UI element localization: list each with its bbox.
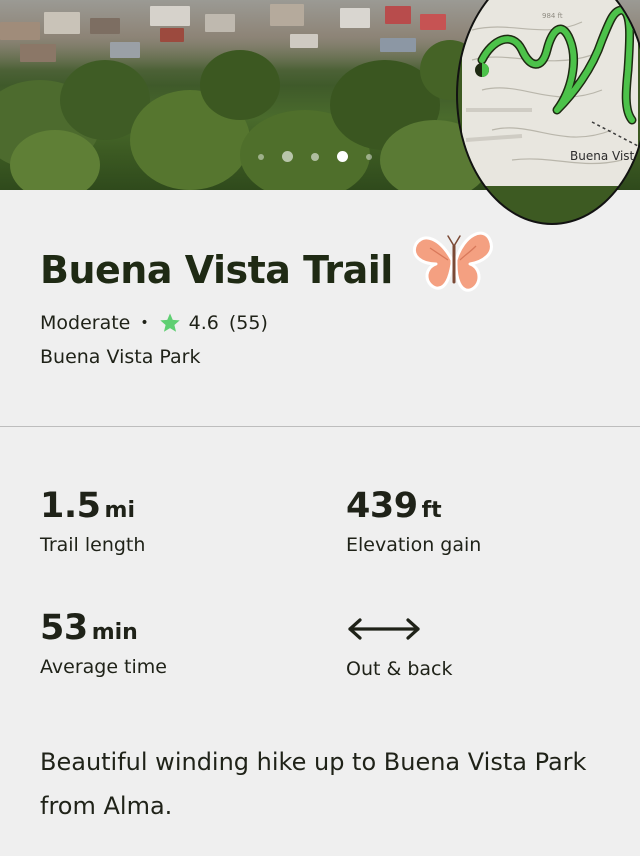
trail-map-thumbnail[interactable]: Buena Vista 984 ft <box>452 0 640 230</box>
stat-route-type: Out & back <box>346 608 453 680</box>
route-label: Out & back <box>346 658 453 680</box>
park-name[interactable]: Buena Vista Park <box>40 346 200 368</box>
star-icon <box>159 313 180 332</box>
rating-value: 4.6 <box>188 312 219 334</box>
double-arrow-icon <box>348 618 420 640</box>
carousel-dot[interactable] <box>258 153 264 160</box>
time-unit: min <box>91 620 138 645</box>
trail-description: Beautiful winding hike up to Buena Vista… <box>40 748 587 820</box>
trail-meta: Moderate • 4.6 (55) <box>40 312 268 334</box>
map-label: Buena Vista <box>570 149 640 163</box>
separator-dot: • <box>140 315 149 331</box>
carousel-dots[interactable] <box>258 151 372 162</box>
stat-trail-length: 1.5 mi Trail length <box>40 486 145 556</box>
length-label: Trail length <box>40 534 146 556</box>
trail-title: Buena Vista Trail <box>40 248 393 292</box>
carousel-dot[interactable] <box>366 153 372 160</box>
elevation-unit: ft <box>421 498 442 523</box>
carousel-dot-active[interactable] <box>337 151 348 162</box>
map-elevation: 984 ft <box>542 12 563 20</box>
elevation-value: 439 <box>346 486 418 526</box>
carousel-dot[interactable] <box>282 151 293 162</box>
elevation-label: Elevation gain <box>346 534 482 556</box>
carousel-dot[interactable] <box>311 152 319 161</box>
length-value: 1.5 <box>40 486 101 526</box>
butterfly-icon[interactable] <box>410 224 498 300</box>
difficulty-label: Moderate <box>40 312 131 334</box>
section-divider <box>0 426 640 427</box>
time-value: 53 <box>40 608 88 648</box>
time-label: Average time <box>40 656 167 678</box>
review-count[interactable]: (55) <box>229 312 268 334</box>
length-unit: mi <box>104 498 135 523</box>
stat-average-time: 53 min Average time <box>40 608 167 678</box>
stat-elevation-gain: 439 ft Elevation gain <box>346 486 481 556</box>
